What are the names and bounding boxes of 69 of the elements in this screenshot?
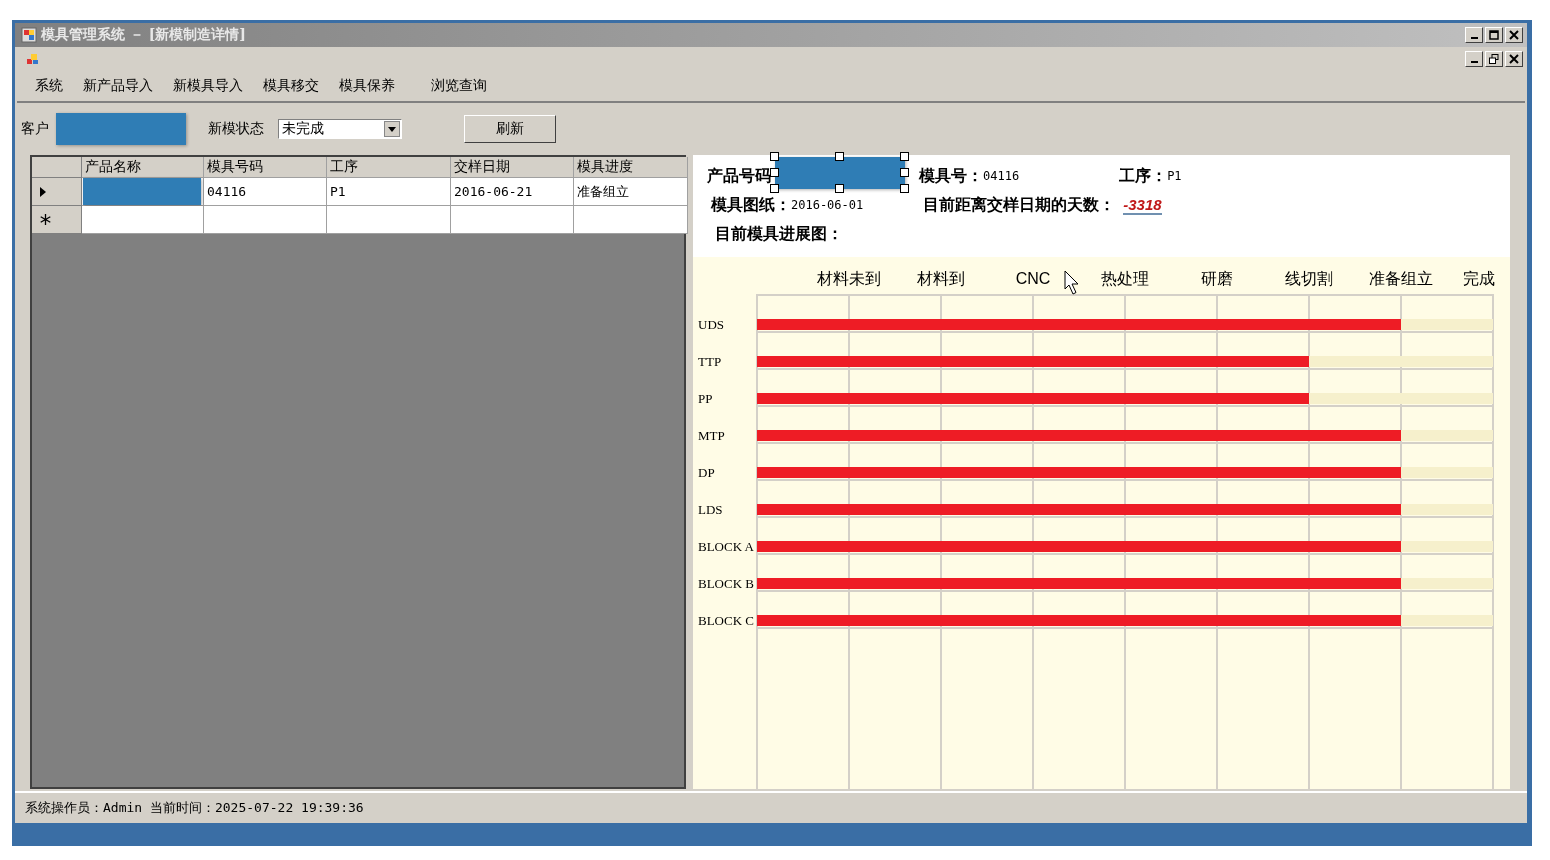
row-header[interactable] (32, 206, 82, 234)
menu-item[interactable]: 新模具导入 (163, 77, 253, 95)
stage-label: 研磨 (1201, 270, 1233, 287)
part-label: LDS (697, 503, 724, 517)
maximize-icon (1489, 30, 1499, 40)
chart-title: 目前模具进展图： (715, 223, 843, 245)
part-label: PP (697, 392, 714, 406)
column-header[interactable]: 工序 (327, 157, 451, 178)
stage-label: 热处理 (1101, 270, 1149, 287)
restore-button[interactable] (1485, 51, 1503, 67)
part-label: DP (697, 466, 716, 480)
part-label: BLOCK A (697, 540, 755, 554)
restore-icon (1489, 54, 1499, 64)
customer-label: 客户 (21, 120, 49, 138)
drawing-label: 模具图纸： (711, 194, 791, 216)
menu-item[interactable]: 模具移交 (253, 77, 329, 95)
drawing-date: 2016-06-01 (791, 198, 864, 212)
table-cell: 准备组立 (574, 178, 688, 206)
stage-label: 完成 (1463, 270, 1495, 287)
stage-label: CNC (1015, 270, 1051, 287)
minimize-button[interactable] (1465, 51, 1483, 67)
table-cell: 04116 (204, 178, 327, 206)
close-button[interactable] (1505, 27, 1523, 43)
mouse-cursor-icon (1064, 270, 1079, 295)
column-header[interactable]: 产品名称 (82, 157, 204, 178)
table-cell: 2016-06-21 (451, 178, 574, 206)
part-label: BLOCK C (697, 614, 755, 628)
new-row-icon (40, 214, 51, 225)
stage-label: 材料到 (917, 270, 965, 287)
refresh-button[interactable]: 刷新 (464, 115, 556, 143)
part-label: TTP (697, 355, 723, 369)
minimize-icon (1470, 61, 1478, 63)
part-label: MTP (697, 429, 726, 443)
minimize-button[interactable] (1465, 27, 1483, 43)
column-header[interactable]: 模具进度 (574, 157, 688, 178)
row-header[interactable] (32, 178, 82, 206)
mold-number-label: 模具号： (919, 165, 983, 187)
resize-handle[interactable] (835, 184, 844, 193)
table-cell: P1 (327, 178, 451, 206)
maximize-button[interactable] (1485, 27, 1503, 43)
stage-label: 材料未到 (817, 270, 881, 287)
resize-handle[interactable] (835, 152, 844, 161)
days-remaining-value: -3318 (1123, 195, 1162, 215)
status-text: 系统操作员：Admin 当前时间：2025-07-22 19:39:36 (25, 799, 364, 817)
part-label: UDS (697, 318, 725, 332)
mold-number-value: 04116 (983, 169, 1020, 183)
minimize-icon (1470, 37, 1478, 39)
process-value: P1 (1167, 169, 1182, 183)
window-title: 模具管理系统 － [新模制造详情] (41, 26, 246, 44)
app-icon (21, 27, 37, 43)
close-icon (1509, 54, 1519, 64)
stage-label: 线切割 (1285, 270, 1333, 287)
part-label: BLOCK B (697, 577, 755, 591)
menu-item[interactable]: 系统 (25, 77, 73, 95)
stage-label: 准备组立 (1369, 270, 1433, 287)
close-icon (1509, 30, 1519, 40)
process-label: 工序： (1119, 165, 1168, 187)
menu-item[interactable]: 新产品导入 (73, 77, 163, 95)
column-header[interactable]: 交样日期 (451, 157, 574, 178)
status-label: 新模状态 (208, 120, 264, 138)
days-remaining-label: 目前距离交样日期的天数： (923, 194, 1116, 216)
column-header[interactable]: 模具号码 (204, 157, 327, 178)
current-row-icon (40, 186, 46, 197)
close-button[interactable] (1505, 51, 1523, 67)
product-code-label: 产品号码 (707, 165, 771, 187)
menu-item[interactable]: 模具保养 (329, 77, 405, 95)
status-dropdown[interactable]: 未完成 (278, 119, 402, 139)
document-icon (25, 51, 41, 67)
menu-item[interactable]: 浏览查询 (421, 77, 497, 95)
